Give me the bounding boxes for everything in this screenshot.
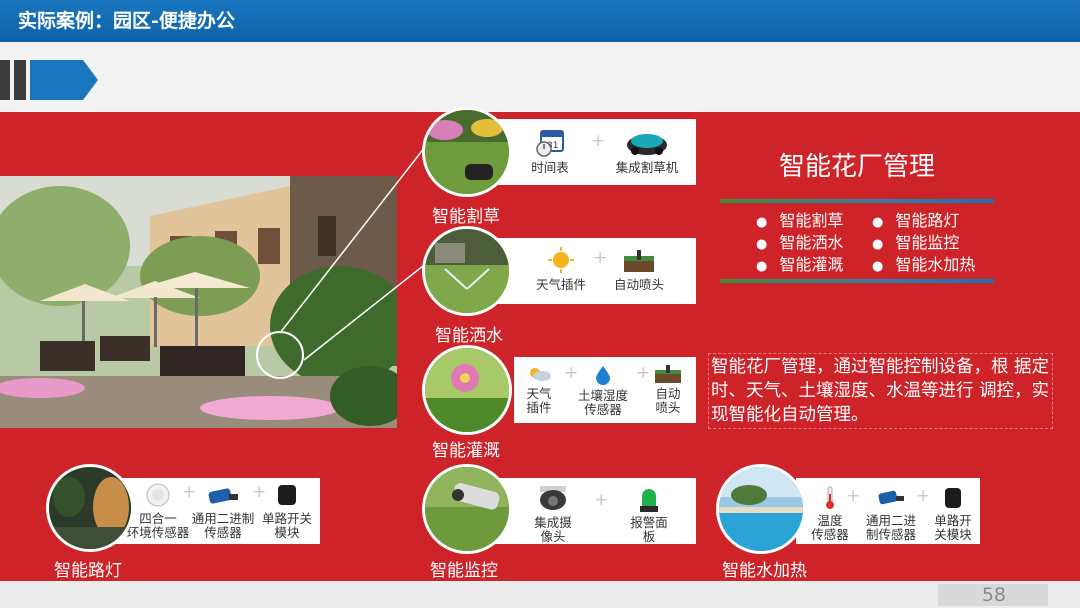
feature-photo-street-light xyxy=(46,464,134,552)
item-label: 通用二进 制传感器 xyxy=(865,513,916,542)
item-label: 土壤湿度 传感器 xyxy=(577,388,628,417)
sprinkler-icon xyxy=(624,250,654,272)
feature-label-water-heating: 智能水加热 xyxy=(722,561,807,581)
garden-photo xyxy=(0,176,397,428)
bullet-item: 智能洒水 xyxy=(756,229,872,252)
bullet-item: 智能灌溉 xyxy=(756,251,872,274)
thermometer-icon xyxy=(826,486,834,509)
feature-item: 通用二进制 传感器 xyxy=(188,482,258,540)
description-text: 智能花厂管理，通过智能控制设备，根 据定时、天气、土壤湿度、水温等进行 调控，实… xyxy=(708,353,1053,429)
usb-sensor-icon xyxy=(208,488,238,504)
feature-label-street-light: 智能路灯 xyxy=(54,561,122,581)
feature-item: 单路开关 模块 xyxy=(258,482,316,540)
section-heading: 智能花厂管理 xyxy=(778,152,935,182)
item-label: 通用二进制 传感器 xyxy=(191,511,255,540)
bullet-row: 智能灌溉 智能水加热 xyxy=(756,251,1016,274)
feature-item: 天气 插件 xyxy=(518,365,560,415)
item-label: 集成割草机 xyxy=(615,160,679,175)
feature-item: 通用二进 制传感器 xyxy=(858,486,924,542)
usb-sensor-icon xyxy=(878,490,904,505)
feature-item: 31 时间表 xyxy=(524,129,576,175)
feature-item: 天气插件 xyxy=(530,246,592,292)
item-label: 四合一 环境传感器 xyxy=(126,511,190,540)
feature-item: 单路开 关模块 xyxy=(928,486,978,542)
bullet-item: 智能水加热 xyxy=(872,251,988,274)
bullet-row: 智能割草 智能路灯 xyxy=(756,207,1016,230)
item-label: 天气 插件 xyxy=(526,386,552,415)
feature-card-sprinkling: 天气插件 + 自动喷头 xyxy=(494,238,696,304)
switch-module-icon xyxy=(945,488,961,508)
feature-photo-sprinkling xyxy=(422,226,512,316)
item-label: 报警面 板 xyxy=(630,515,668,544)
feature-card-irrigation: 天气 插件 + 土壤湿度 传感器 + 自动 喷头 xyxy=(514,357,696,423)
item-label: 温度 传感器 xyxy=(811,513,849,542)
weather-icon xyxy=(530,368,551,381)
zoom-ring xyxy=(256,331,304,379)
robot-mower-icon xyxy=(627,134,667,155)
feature-label-monitoring: 智能监控 xyxy=(430,561,498,581)
feature-card-street-light: 四合一 环境传感器 + 通用二进制 传感器 + 单路开关 模块 xyxy=(112,478,320,544)
feature-card-monitoring: 集成摄 像头 + 报警面 板 xyxy=(494,478,696,544)
feature-card-mowing: 31 时间表 + 集成割草机 xyxy=(494,119,696,185)
item-label: 单路开 关模块 xyxy=(934,513,972,542)
feature-item: 自动喷头 xyxy=(604,246,674,292)
feature-item: 自动 喷头 xyxy=(648,365,688,415)
feature-photo-monitoring xyxy=(422,464,512,554)
item-label: 天气插件 xyxy=(535,277,586,292)
feature-bullet-list: 智能割草 智能路灯 智能洒水 智能监控 智能灌溉 智能水加热 xyxy=(756,207,1016,274)
page-number: 58 xyxy=(938,584,1048,606)
feature-label-sprinkling: 智能洒水 xyxy=(435,326,503,346)
item-label: 单路开关 模块 xyxy=(261,511,312,540)
item-label: 自动 喷头 xyxy=(655,386,681,415)
feature-item: 土壤湿度 传感器 xyxy=(572,365,634,417)
bullet-item: 智能路灯 xyxy=(872,207,988,230)
sensor-icon xyxy=(146,483,170,507)
section-marker-bar xyxy=(0,60,10,100)
feature-photo-irrigation xyxy=(422,345,512,435)
alarm-light-icon xyxy=(640,489,658,512)
sub-header-band xyxy=(0,42,1080,112)
feature-label-irrigation: 智能灌溉 xyxy=(432,441,500,461)
item-label: 自动喷头 xyxy=(613,277,664,292)
bullet-item: 智能割草 xyxy=(756,207,872,230)
header-bar: 实际案例：园区-便捷办公 xyxy=(0,0,1080,42)
sprinkler-icon xyxy=(655,365,681,383)
water-drop-icon xyxy=(596,366,610,385)
section-marker-bar xyxy=(14,60,26,100)
item-label: 集成摄 像头 xyxy=(534,515,572,544)
bullet-item: 智能监控 xyxy=(872,229,988,252)
plus-sign: + xyxy=(594,490,609,510)
sun-icon xyxy=(548,247,574,273)
feature-photo-mowing xyxy=(422,107,512,197)
feature-photo-water-heating xyxy=(716,464,806,554)
feature-label-mowing: 智能割草 xyxy=(432,207,500,227)
bullet-row: 智能洒水 智能监控 xyxy=(756,229,1016,252)
calendar-clock-icon: 31 xyxy=(536,130,564,157)
feature-item: 报警面 板 xyxy=(624,484,674,544)
feature-card-water-heating: 温度 传感器 + 通用二进 制传感器 + 单路开 关模块 xyxy=(796,478,980,544)
page-title: 实际案例：园区-便捷办公 xyxy=(18,10,235,32)
footer-bar xyxy=(0,581,1080,608)
divider-rule xyxy=(720,199,994,203)
feature-item: 集成割草机 xyxy=(604,129,690,175)
divider-rule xyxy=(720,279,994,283)
item-label: 时间表 xyxy=(531,160,569,175)
switch-module-icon xyxy=(278,485,296,505)
feature-item: 集成摄 像头 xyxy=(528,484,578,544)
camera-icon xyxy=(540,486,566,510)
